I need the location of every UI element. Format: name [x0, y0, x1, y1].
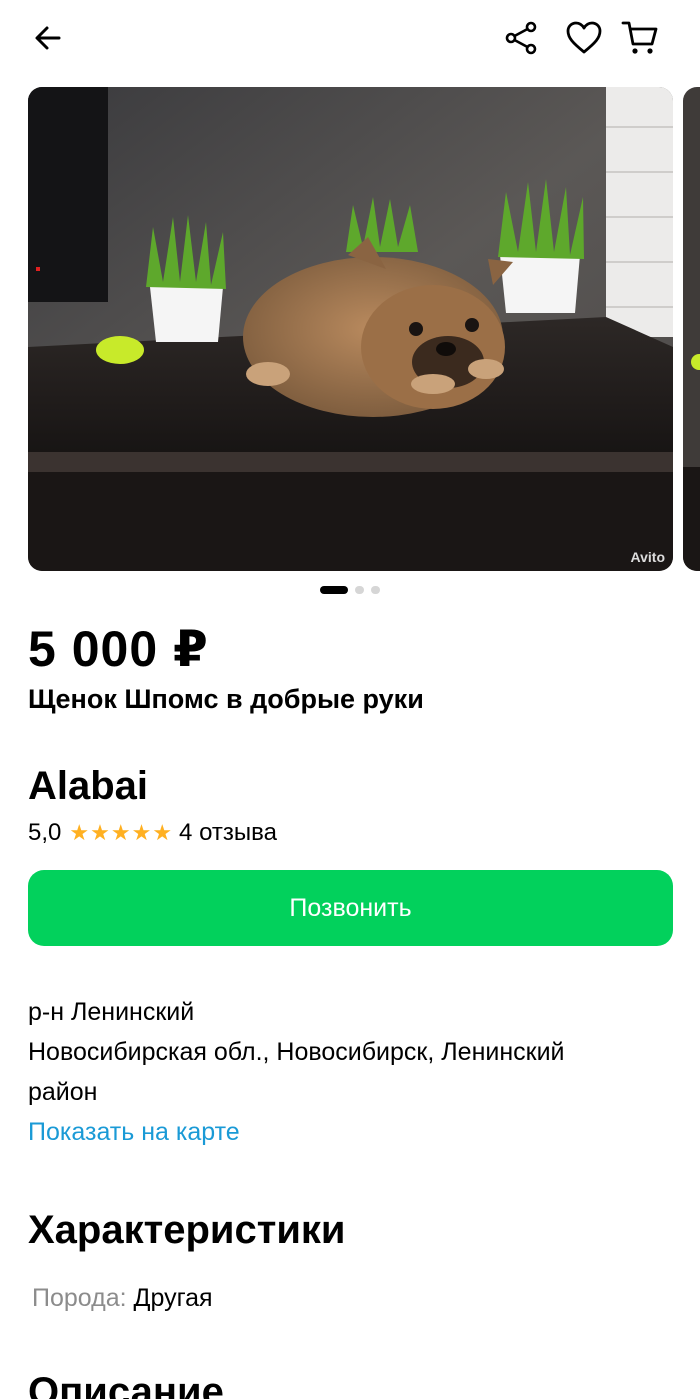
puppy-photo-image: [28, 87, 673, 571]
characteristic-row: Порода: Другая: [32, 1284, 213, 1313]
call-button[interactable]: Позвонить: [28, 870, 673, 946]
pagination-dot: [371, 586, 380, 594]
seller-name[interactable]: Alabai: [28, 764, 148, 809]
characteristics-title: Характеристики: [28, 1208, 346, 1252]
back-arrow-icon: [35, 26, 61, 50]
star-icon: ★: [90, 820, 110, 845]
pagination-dot-active: [320, 586, 348, 594]
back-button[interactable]: [26, 16, 70, 60]
top-bar: [0, 0, 700, 80]
star-icon: ★: [69, 820, 90, 845]
characteristic-value: Другая: [133, 1284, 213, 1312]
next-photo-preview[interactable]: [683, 87, 700, 571]
avito-watermark: Avito: [630, 549, 665, 565]
pagination-dot: [355, 586, 364, 594]
share-button[interactable]: [499, 16, 543, 60]
reviews-count: 4 отзыва: [179, 819, 277, 846]
star-icon: ★: [110, 820, 131, 845]
location-district: р-н Ленинский: [28, 998, 195, 1026]
cart-button[interactable]: [618, 16, 662, 60]
show-on-map-link[interactable]: Показать на карте: [28, 1118, 240, 1147]
characteristic-key: Порода:: [32, 1284, 127, 1312]
rating-stars: ★ ★ ★ ★ ★: [69, 820, 173, 846]
listing-photo[interactable]: Avito: [28, 87, 673, 571]
gallery-pagination: [0, 586, 700, 596]
description-title: Описание: [28, 1370, 224, 1399]
heart-icon: [566, 21, 602, 54]
location-address-line2: район: [28, 1078, 98, 1106]
location-address-line1: Новосибирская обл., Новосибирск, Ленинск…: [28, 1038, 565, 1066]
cart-icon: [621, 21, 658, 54]
star-icon: ★: [152, 820, 173, 845]
rating-value: 5,0: [28, 819, 62, 846]
share-icon: [505, 21, 537, 55]
listing-price: 5 000 ₽: [28, 621, 209, 677]
seller-rating[interactable]: 5,0 ★ ★ ★ ★ ★ 4 отзыва: [28, 817, 277, 849]
photo-gallery[interactable]: Avito: [0, 87, 700, 571]
listing-title: Щенок Шпомс в добрые руки: [28, 684, 424, 714]
favorite-button[interactable]: [562, 16, 606, 60]
next-photo-image: [683, 87, 700, 571]
star-icon: ★: [131, 820, 152, 845]
